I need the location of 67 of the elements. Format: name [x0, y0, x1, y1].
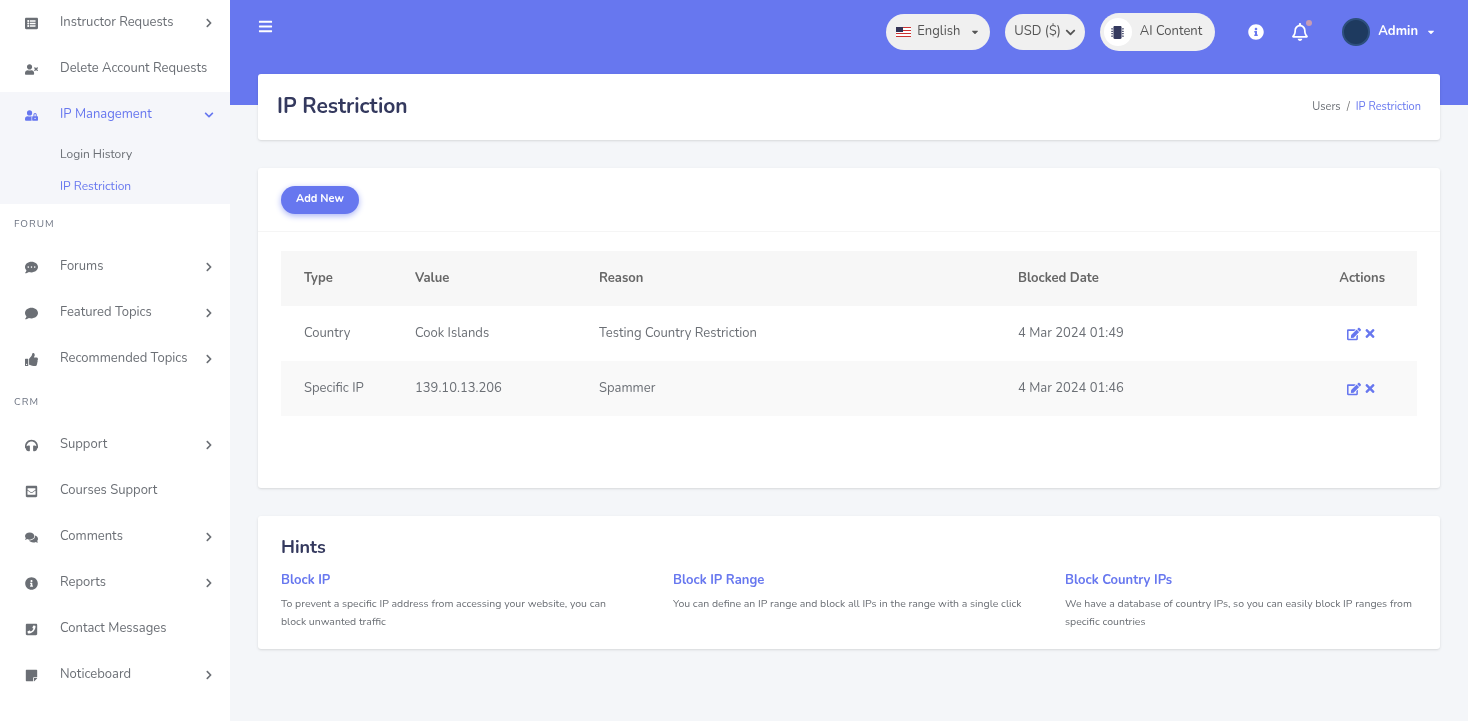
table-cell: 4 Mar 2024 01:49 — [1018, 323, 1124, 342]
sidebar-item[interactable]: Featured Topics — [0, 290, 230, 336]
notification-icon[interactable] — [1291, 23, 1310, 41]
breadcrumb-link[interactable]: Users — [1312, 98, 1341, 116]
sidebar-item[interactable]: Reports — [0, 560, 230, 606]
delete-icon[interactable] — [1364, 381, 1376, 395]
sidebar-item[interactable]: Noticeboard — [0, 652, 230, 698]
submenu-item[interactable]: IP Restriction — [60, 177, 132, 195]
hint-text: We have a database of country IPs, so you can easily block IP ranges from specific countries — [1065, 594, 1413, 631]
column-header: Type — [304, 268, 333, 287]
user-menu[interactable]: Admin — [1342, 18, 1436, 46]
table-cell: 139.10.13.206 — [415, 378, 502, 397]
menu-icon[interactable] — [258, 19, 273, 34]
menu-icon — [25, 16, 38, 30]
hint-title: Block Country IPs — [1065, 571, 1174, 591]
menu-icon — [25, 108, 38, 122]
add-new-button[interactable]: Add New — [281, 185, 359, 214]
sidebar-item[interactable]: Instructor Requests — [0, 0, 230, 46]
delete-icon[interactable] — [1364, 326, 1376, 340]
hint-title: Block IP — [281, 571, 332, 591]
flag-icon — [896, 27, 912, 37]
edit-icon[interactable] — [1347, 326, 1361, 341]
hint-text: You can define an IP range and block all IPs in the range with a single click — [673, 594, 1023, 613]
sidebar-item[interactable]: Support — [0, 422, 230, 468]
menu-icon — [25, 484, 38, 498]
menu-icon — [25, 438, 38, 452]
info-icon[interactable] — [1248, 24, 1265, 40]
menu-icon — [25, 62, 38, 76]
table-cell: Cook Islands — [415, 323, 490, 342]
currency-dropdown[interactable]: USD ($) — [1005, 14, 1085, 50]
section-heading: CRM — [14, 394, 39, 410]
column-header: Blocked Date — [1018, 268, 1099, 287]
hints-title: Hints — [281, 534, 327, 561]
language-dropdown[interactable]: English — [886, 14, 991, 50]
submenu-item[interactable]: Login History — [60, 145, 133, 163]
ai-content-button[interactable]: AI Content — [1099, 13, 1216, 51]
sidebar-item[interactable]: Courses Support — [0, 468, 230, 514]
avatar — [1342, 18, 1371, 46]
column-header: Reason — [599, 268, 644, 287]
column-header: Actions — [1339, 268, 1385, 287]
sidebar-item[interactable]: Recommended Topics — [0, 336, 230, 382]
table-cell: 4 Mar 2024 01:46 — [1018, 378, 1124, 397]
table-cell: Testing Country Restriction — [599, 323, 757, 342]
table-cell: Spammer — [599, 378, 656, 397]
page-title: IP Restriction — [277, 91, 408, 123]
edit-icon[interactable] — [1347, 381, 1361, 396]
breadcrumb-separator: / — [1346, 98, 1350, 116]
sidebar-item[interactable]: Comments — [0, 514, 230, 560]
chip-icon — [1103, 18, 1132, 46]
column-header: Value — [415, 268, 450, 287]
table-cell: Country — [304, 323, 351, 342]
section-heading: FORUM — [14, 216, 55, 232]
menu-icon — [25, 668, 38, 682]
hint-title: Block IP Range — [673, 571, 766, 591]
hint-text: To prevent a specific IP address from accessing your website, you can block unwanted traffic — [281, 594, 607, 631]
menu-icon — [25, 260, 38, 274]
table-cell: Specific IP — [304, 378, 364, 397]
menu-icon — [25, 352, 38, 366]
menu-icon — [25, 576, 38, 590]
sidebar-item[interactable]: Delete Account Requests — [0, 46, 230, 92]
menu-icon — [25, 306, 38, 320]
sidebar-item[interactable]: Forums — [0, 244, 230, 290]
menu-icon — [25, 530, 38, 544]
menu-icon — [25, 622, 38, 636]
sidebar-item[interactable]: IP Management — [0, 92, 230, 138]
sidebar-item[interactable]: Contact Messages — [0, 606, 230, 652]
breadcrumb-link[interactable]: IP Restriction — [1355, 98, 1421, 116]
